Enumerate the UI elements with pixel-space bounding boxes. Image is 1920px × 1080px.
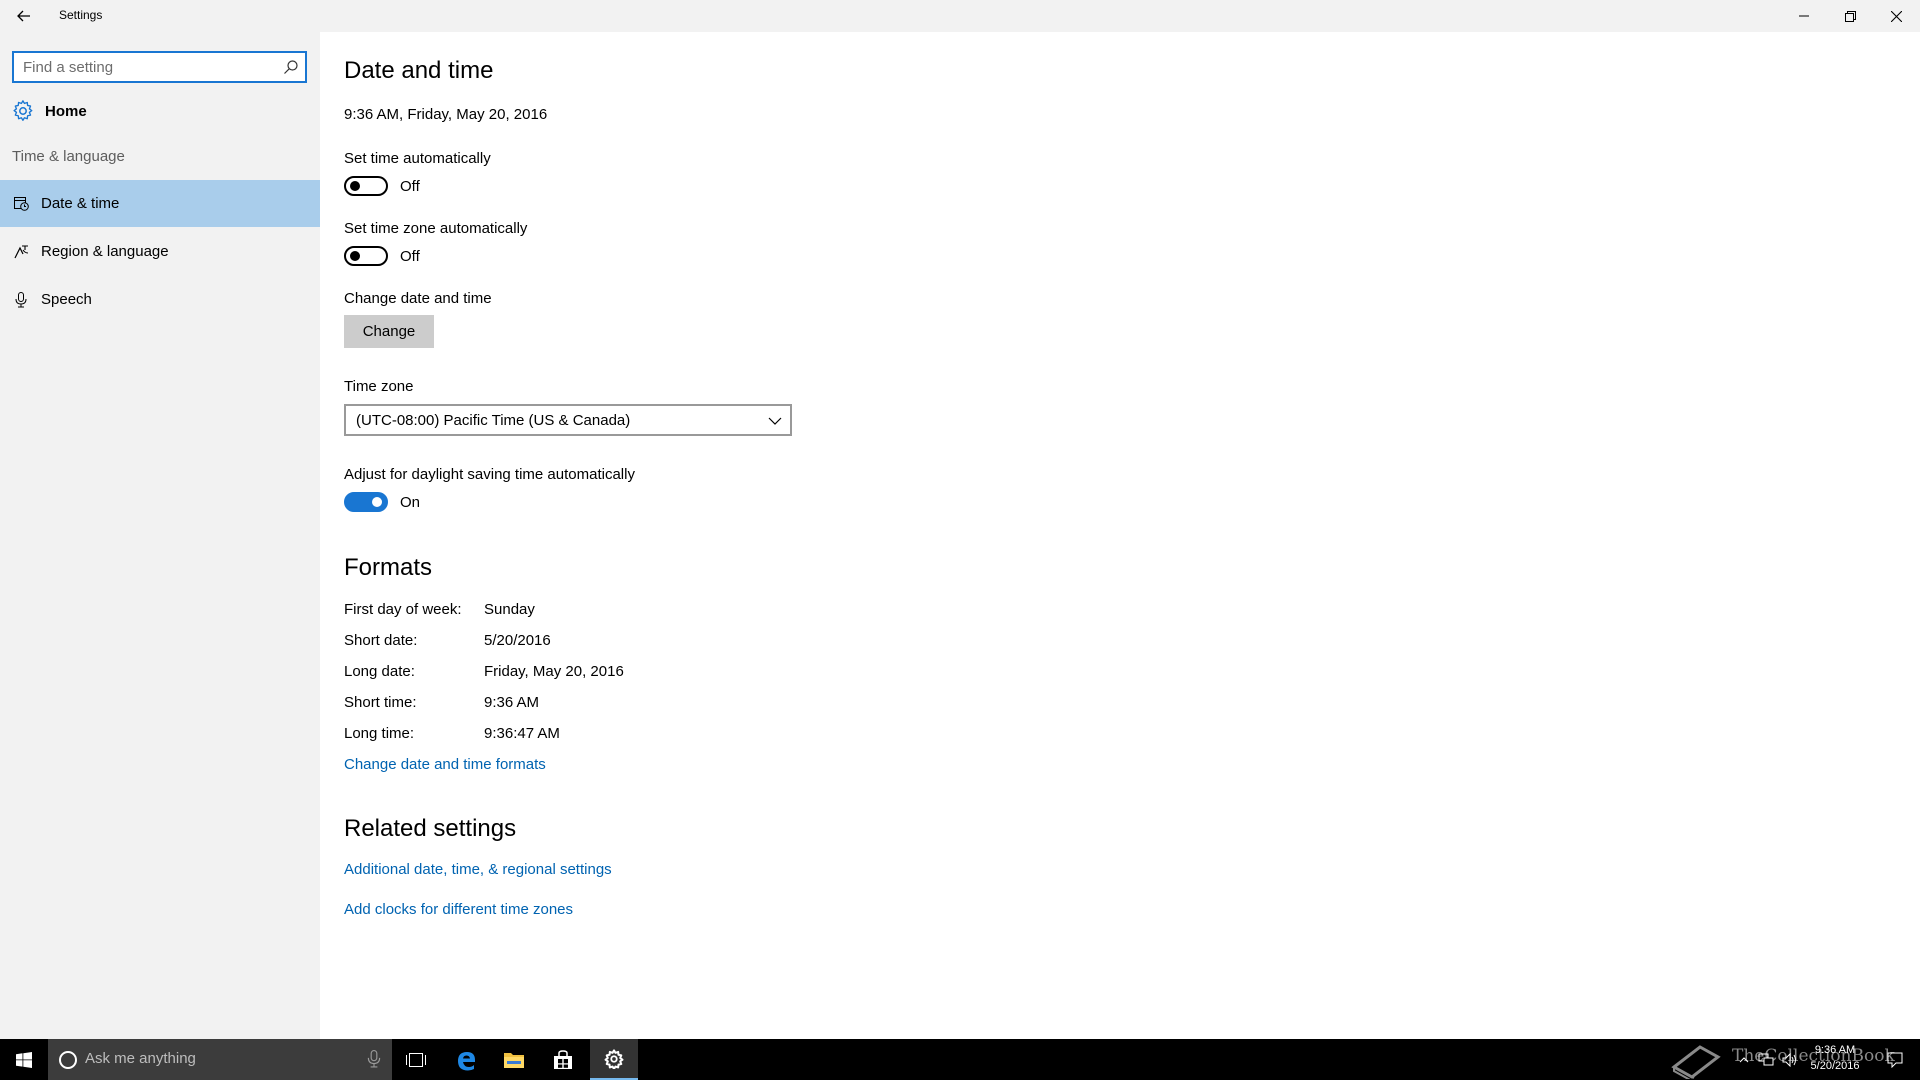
set-time-auto-toggle[interactable]: Off (344, 176, 420, 196)
restore-button[interactable] (1827, 0, 1873, 32)
sidebar-item-region-language[interactable]: Region & language (0, 228, 320, 275)
format-label: Long date: (344, 663, 415, 680)
change-button[interactable]: Change (344, 315, 434, 348)
folder-icon (504, 1052, 524, 1068)
volume-icon (1782, 1052, 1796, 1067)
clock-date: 5/20/2016 (1810, 1060, 1860, 1072)
time-zone-value: (UTC-08:00) Pacific Time (US & Canada) (356, 411, 631, 429)
sidebar-item-label: Speech (41, 291, 92, 308)
restore-icon (1844, 10, 1856, 22)
cortana-placeholder: Ask me anything (85, 1050, 196, 1067)
format-value: 5/20/2016 (484, 632, 551, 649)
sidebar-item-label: Region & language (41, 243, 169, 260)
minimize-button[interactable] (1781, 0, 1827, 32)
format-value: 9:36 AM (484, 694, 540, 711)
sidebar-item-label: Date & time (41, 195, 120, 212)
close-button[interactable] (1873, 0, 1919, 32)
microphone-icon[interactable] (367, 1050, 381, 1068)
set-time-auto-label: Set time automatically (344, 150, 491, 167)
set-timezone-auto-toggle[interactable]: Off (344, 246, 420, 266)
current-datetime: 9:36 AM, Friday, May 20, 2016 (344, 106, 548, 123)
edge-icon (458, 1051, 475, 1070)
notification-icon (1887, 1052, 1903, 1068)
calendar-clock-icon (13, 196, 29, 212)
toggle-switch[interactable] (344, 492, 388, 512)
search-icon[interactable] (283, 59, 299, 75)
book-logo-icon (1671, 1045, 1721, 1079)
format-label: Long time: (344, 725, 415, 742)
start-button[interactable] (0, 1039, 48, 1080)
change-date-label: Change date and time (344, 290, 492, 307)
time-zone-select[interactable]: (UTC-08:00) Pacific Time (US & Canada) (344, 404, 792, 436)
action-center-button[interactable] (1880, 1039, 1910, 1080)
search-input[interactable] (14, 53, 274, 81)
close-icon (1890, 10, 1902, 22)
task-view-icon (406, 1052, 426, 1067)
taskbar-clock[interactable]: 9:36 AM 5/20/2016 (1800, 1042, 1870, 1074)
sidebar-item-date-time[interactable]: Date & time (0, 180, 320, 227)
region-language-icon (13, 244, 29, 260)
toggle-state-label: Off (400, 247, 420, 265)
change-formats-link[interactable]: Change date and time formats (344, 756, 546, 773)
sidebar-item-speech[interactable]: Speech (0, 276, 320, 323)
store-icon (554, 1049, 572, 1069)
format-label: Short time: (344, 694, 417, 711)
gear-icon (604, 1048, 624, 1069)
toggle-switch[interactable] (344, 176, 388, 196)
formats-title: Formats (344, 554, 433, 581)
format-value: 9:36:47 AM (484, 725, 560, 742)
network-tray-button[interactable] (1756, 1039, 1776, 1080)
toggle-state-label: Off (400, 177, 420, 195)
minimize-icon (1799, 15, 1809, 17)
gear-icon (13, 100, 33, 121)
cortana-search-box[interactable]: Ask me anything (48, 1039, 392, 1080)
set-timezone-auto-label: Set time zone automatically (344, 220, 528, 237)
volume-tray-button[interactable] (1780, 1039, 1800, 1080)
format-label: Short date: (344, 632, 418, 649)
settings-taskbar-button[interactable] (590, 1039, 638, 1080)
taskbar: Ask me anything TheCollectionBook 9:36 A… (0, 1039, 1920, 1080)
sidebar: Home Time & language Date & time Region … (0, 32, 320, 1039)
time-zone-label: Time zone (344, 378, 414, 395)
format-label: First day of week: (344, 601, 462, 618)
back-button[interactable] (10, 5, 38, 27)
toggle-state-label: On (400, 493, 421, 511)
chevron-down-icon (768, 417, 782, 425)
window-title: Settings (59, 8, 103, 22)
add-clocks-link[interactable]: Add clocks for different time zones (344, 901, 573, 918)
back-arrow-icon (17, 10, 30, 22)
clock-time: 9:36 AM (1814, 1044, 1856, 1056)
home-label: Home (45, 102, 87, 120)
format-value: Sunday (484, 601, 535, 618)
additional-settings-link[interactable]: Additional date, time, & regional settin… (344, 861, 612, 878)
daylight-toggle[interactable]: On (344, 492, 420, 512)
title-bar: Settings (0, 0, 1920, 32)
task-view-button[interactable] (392, 1039, 440, 1080)
main-content: Date and time 9:36 AM, Friday, May 20, 2… (320, 32, 1920, 1039)
show-hidden-icons-button[interactable] (1736, 1039, 1752, 1080)
edge-taskbar-button[interactable] (442, 1039, 490, 1080)
network-icon (1758, 1053, 1774, 1065)
windows-logo-icon (16, 1051, 32, 1068)
related-settings-title: Related settings (344, 815, 517, 842)
page-title: Date and time (344, 57, 494, 84)
toggle-switch[interactable] (344, 246, 388, 266)
file-explorer-taskbar-button[interactable] (490, 1039, 538, 1080)
microphone-icon (13, 291, 29, 308)
format-value: Friday, May 20, 2016 (484, 663, 624, 680)
section-label: Time & language (12, 148, 125, 165)
home-nav-item[interactable]: Home (12, 96, 87, 126)
search-box[interactable] (12, 51, 307, 83)
store-taskbar-button[interactable] (539, 1039, 587, 1080)
chevron-up-icon (1739, 1056, 1749, 1062)
daylight-label: Adjust for daylight saving time automati… (344, 466, 635, 483)
cortana-icon (59, 1051, 77, 1069)
